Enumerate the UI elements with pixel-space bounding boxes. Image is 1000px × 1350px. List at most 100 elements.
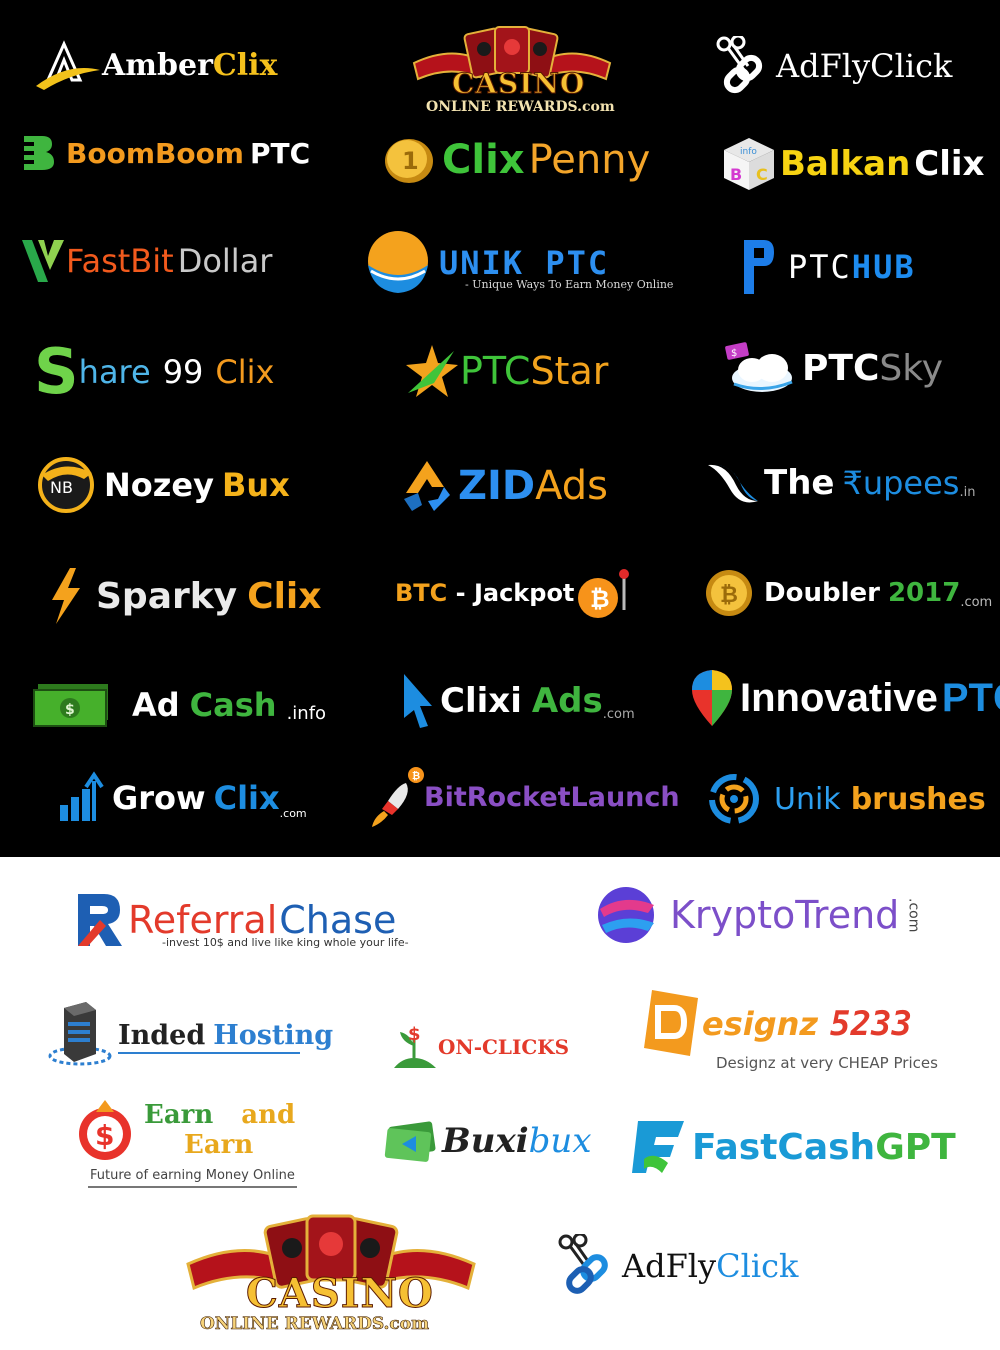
btcjackpot-word-c: Jackpot: [473, 579, 575, 607]
ptchub-word-a: PTC: [788, 248, 852, 286]
svg-text:$: $: [65, 702, 75, 718]
amber-triangle-icon: [36, 40, 100, 90]
designz-word-a: esignz: [702, 1005, 819, 1043]
dollar-drop-icon: $: [79, 1100, 131, 1160]
bitcoin-lever-icon: ₿: [578, 569, 630, 618]
money-bill-icon: $: [33, 684, 108, 727]
bitrocket-logo[interactable]: ₿ BitRocketLaunch: [368, 765, 680, 829]
share99-logo[interactable]: Share 99 Clix: [34, 341, 274, 403]
unikptc-word: UNIK PTC: [439, 244, 610, 282]
boomboom-logo[interactable]: BoomBoom PTC: [20, 133, 310, 173]
doubler-logo[interactable]: ₿ Doubler 2017 .com: [704, 566, 992, 620]
nozeybux-logo[interactable]: NB Nozey Bux: [34, 455, 290, 515]
amberclix-word-b: Clix: [212, 47, 278, 83]
chain-scissors-icon: [716, 36, 763, 94]
growclix-word-c: .com: [279, 807, 307, 820]
therupees-word-c: .in: [959, 485, 976, 500]
fastcashgpt-logo[interactable]: FastCash GPT: [630, 1116, 956, 1178]
designz-word-b: 5233: [830, 1004, 912, 1044]
innovativeptc-word-b: PTC: [941, 675, 1000, 720]
zidads-word-b: Ads: [535, 463, 608, 509]
btcjackpot-sep: -: [447, 579, 474, 607]
kryptotrend-swirl-icon: [598, 887, 654, 943]
fastbit-word-a: FastBit: [66, 242, 174, 280]
globe-icon: [368, 231, 428, 293]
share99-word-a: hare: [78, 353, 151, 391]
svg-text:₿: ₿: [590, 585, 610, 613]
clixiads-word-c: .com: [602, 707, 635, 722]
unikbrushes-logo[interactable]: Unik brushes: [706, 772, 986, 826]
clixiads-logo[interactable]: Clixi Ads .com: [400, 672, 635, 730]
share99-word-b: 99: [162, 353, 204, 391]
cursor-arrow-icon: [404, 674, 432, 728]
swoosh-icon: [708, 464, 758, 503]
designz-logo[interactable]: esignz 5233: [640, 986, 912, 1062]
bitcoin-coin-icon: ₿: [706, 570, 752, 616]
growclix-word-a: Grow: [112, 779, 206, 817]
designz-d-tile-icon: [644, 990, 698, 1056]
unikptc-tagline: - Unique Ways To Earn Money Online: [465, 278, 674, 291]
rocket-icon: ₿: [372, 767, 424, 827]
ptcstar-logo[interactable]: PTC Star: [404, 342, 608, 400]
colorful-pin-icon: [692, 670, 732, 726]
sparkyclix-logo[interactable]: Sparky Clix: [46, 566, 321, 626]
adflyclick-top-logo[interactable]: AdFly Click: [714, 36, 952, 96]
balkanclix-logo[interactable]: info B C Balkan Clix: [722, 136, 984, 192]
cloud-tag-icon: $: [725, 342, 793, 392]
nozey-badge-icon: NB: [38, 457, 94, 513]
ptchub-word-b: HUB: [851, 248, 916, 286]
zidads-logo[interactable]: ZID Ads: [398, 456, 608, 516]
fastbit-word-b: Dollar: [177, 242, 273, 280]
earnandearn-word-b: and: [241, 1100, 296, 1130]
adflyclick-top-a: AdFly: [776, 47, 871, 85]
kryptotrend-logo[interactable]: KryptoTrend .com: [594, 882, 921, 948]
inded-underline: [118, 1052, 300, 1054]
earnandearn-word-a: Earn: [144, 1100, 214, 1130]
doubler-word-b: 2017: [887, 578, 961, 608]
earnandearn-logo[interactable]: $ Earn and Earn: [76, 1098, 295, 1162]
therupees-logo[interactable]: The ₹upees .in: [706, 458, 975, 508]
svg-text:$: $: [408, 1024, 421, 1045]
btcjackpot-word-a: BTC: [395, 579, 448, 607]
buxibux-logo[interactable]: Buxi bux: [384, 1116, 592, 1166]
adflyclick-top-b: Click: [870, 47, 953, 85]
svg-text:$: $: [95, 1119, 114, 1152]
innovativeptc-logo[interactable]: InnovativePTC: [688, 668, 1000, 728]
recycle-arrows-icon: [404, 461, 450, 511]
adflyclick-bottom-logo[interactable]: AdFly Click: [556, 1234, 798, 1298]
therupees-word-b: ₹upees: [842, 464, 960, 502]
boomboom-word-a: BoomBoom: [66, 136, 244, 170]
zidads-word-a: ZID: [458, 463, 536, 509]
svg-text:info: info: [740, 147, 757, 157]
boomboom-b-icon: [20, 136, 54, 170]
amberclix-logo[interactable]: Amber Clix: [34, 40, 277, 90]
sprout-dollar-icon: $: [394, 1024, 436, 1068]
designz-tagline: Designz at very CHEAP Prices: [716, 1054, 938, 1072]
casino-bottom-title: CASINO: [246, 1270, 434, 1318]
ptcstar-word-a: PTC: [460, 349, 531, 393]
growclix-logo[interactable]: Grow Clix .com: [58, 770, 307, 826]
svg-text:C: C: [756, 165, 768, 184]
sparkyclix-word-a: Sparky: [96, 575, 238, 617]
ptchub-logo[interactable]: PTC HUB: [742, 238, 916, 296]
inded-logo[interactable]: Inded Hosting: [44, 1000, 333, 1070]
fastbit-logo[interactable]: FastBit Dollar: [20, 236, 272, 286]
casino-top-logo[interactable]: CASINO ONLINE REWARDS.com: [412, 25, 615, 120]
adcash-word-c: .info: [286, 703, 327, 724]
ptcsky-word-a: PTC: [802, 347, 880, 389]
innovativeptc-word-a: Innovative: [740, 675, 938, 720]
adcash-logo[interactable]: $ Ad Cash .info: [32, 680, 326, 730]
gold-coin-icon: 1: [385, 139, 433, 183]
btcjackpot-logo[interactable]: BTC - Jackpot ₿: [395, 566, 634, 620]
casino-bottom-logo[interactable]: CASINO ONLINE REWARDS.com: [186, 1214, 476, 1334]
boomboom-word-b: PTC: [249, 136, 311, 170]
earnandearn-tagline: Future of earning Money Online: [88, 1168, 297, 1188]
ptchub-p-icon: [744, 240, 774, 294]
referralchase-tagline: -invest 10$ and live like king whole you…: [162, 936, 409, 949]
ptcsky-logo[interactable]: $ PTC Sky: [722, 340, 943, 396]
kryptotrend-word-a: KryptoTrend: [670, 893, 900, 937]
balkanclix-word-b: Clix: [914, 144, 985, 184]
clixpenny-logo[interactable]: 1 Clix Penny: [380, 130, 650, 190]
onclicks-logo[interactable]: $ ON-CLICKS: [392, 1024, 569, 1070]
swirl-icon: [709, 774, 759, 824]
